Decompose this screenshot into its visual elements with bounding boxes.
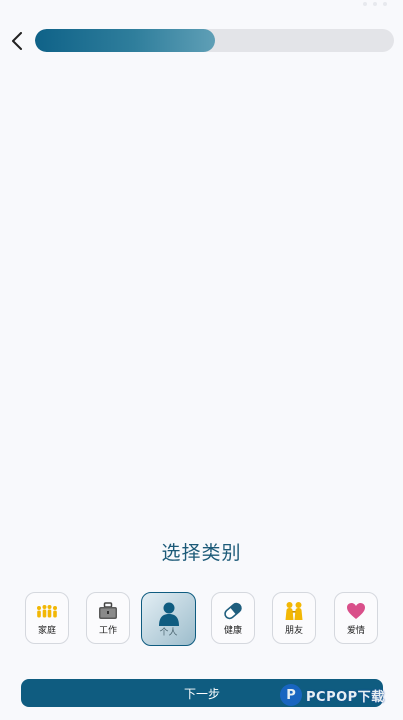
person-icon [156,601,182,627]
watermark-logo-icon: P [280,684,302,706]
category-friends[interactable]: 朋友 [272,592,316,644]
category-label: 爱情 [346,625,365,636]
progress-bar [35,29,394,52]
screen: 选择类别 家庭 工作 个人 健康 朋友 爱情 下一步 P PCPOP下载 [0,0,403,720]
category-work[interactable]: 工作 [86,592,130,644]
category-label: 健康 [223,625,242,636]
status-bar-indicators [363,2,387,6]
category-family[interactable]: 家庭 [25,592,69,644]
category-personal[interactable]: 个人 [141,592,196,646]
heart-icon [345,601,367,621]
category-prompt: 选择类别 [161,542,242,564]
watermark-text: PCPOP下载 [306,689,385,705]
chevron-left-icon [12,32,22,50]
back-button[interactable] [6,28,28,54]
friends-icon [283,601,305,621]
watermark: P PCPOP下载 [280,684,385,706]
category-health[interactable]: 健康 [211,592,255,644]
category-label: 家庭 [37,625,56,636]
pill-icon [222,601,244,621]
category-label: 个人 [159,627,178,638]
family-icon [36,601,58,621]
category-label: 朋友 [284,625,303,636]
progress-bar-fill [35,29,215,52]
category-list: 家庭 工作 个人 健康 朋友 爱情 [0,592,403,648]
briefcase-icon [97,601,119,621]
category-love[interactable]: 爱情 [334,592,378,644]
category-label: 工作 [98,625,117,636]
